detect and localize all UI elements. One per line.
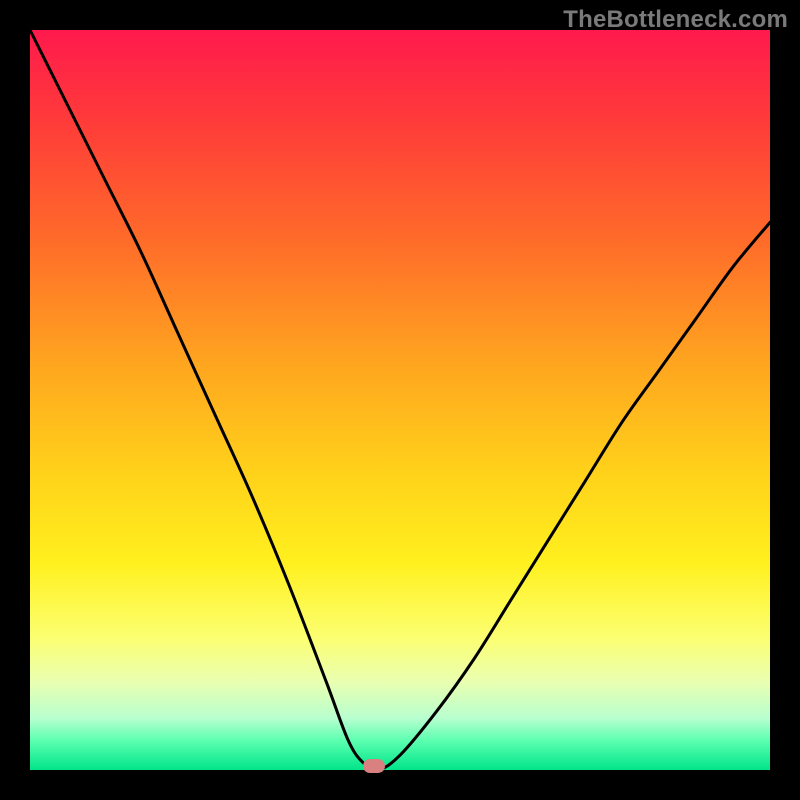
plot-area [30,30,770,770]
bottleneck-curve-path [30,30,770,770]
watermark-text: TheBottleneck.com [563,6,788,34]
curve-svg [30,30,770,770]
chart-frame: TheBottleneck.com [0,0,800,800]
optimum-marker [363,759,385,773]
